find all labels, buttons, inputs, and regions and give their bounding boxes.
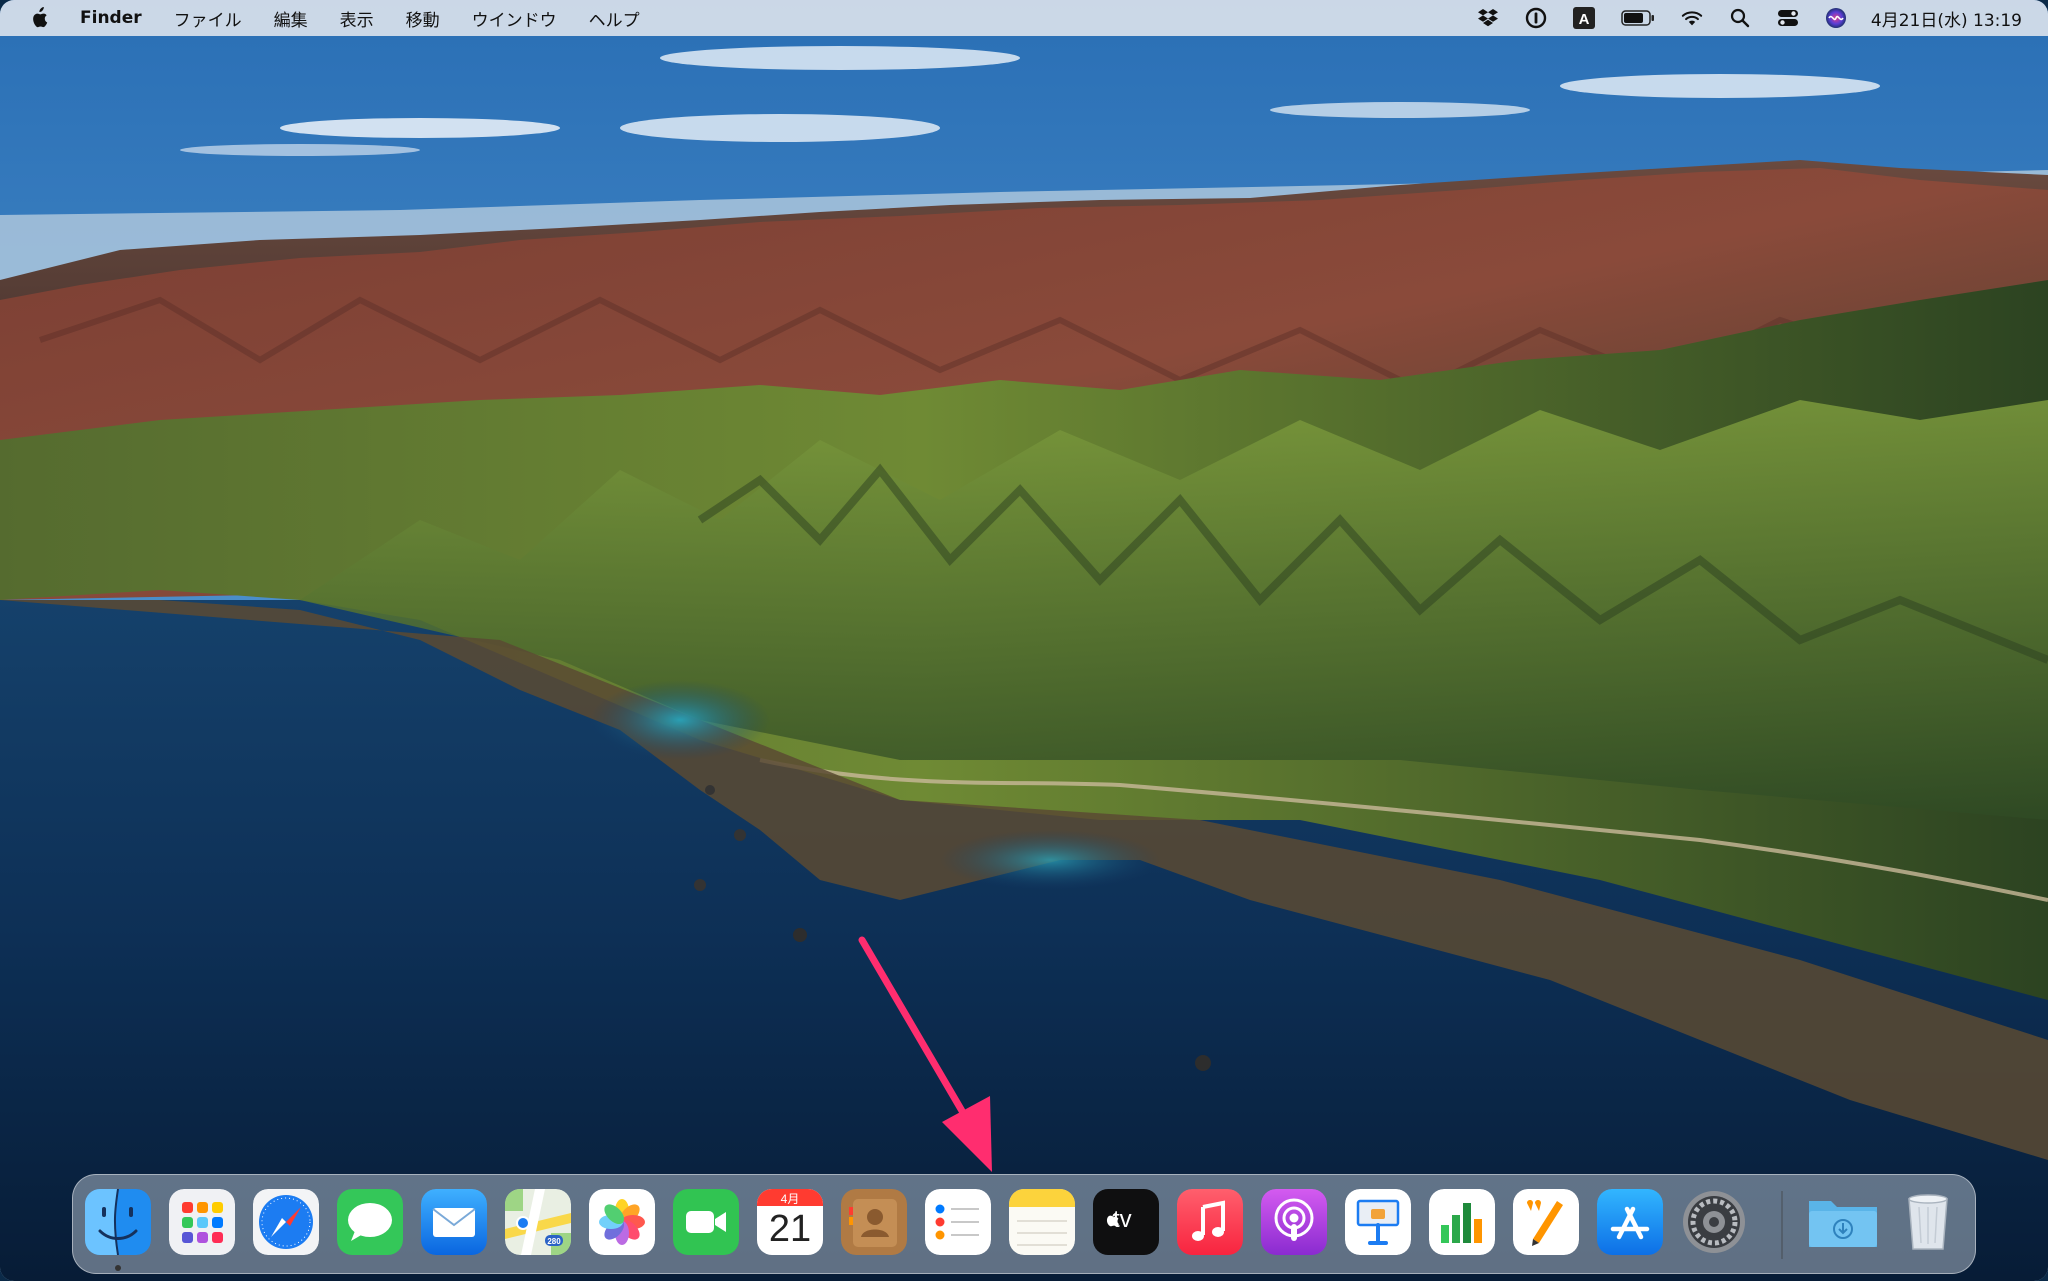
dock-maps[interactable]: 280 xyxy=(505,1189,571,1255)
facetime-icon xyxy=(673,1189,739,1255)
menu-edit[interactable]: 編集 xyxy=(274,6,308,31)
trash-icon xyxy=(1908,1194,1948,1250)
notes-icon xyxy=(1009,1189,1075,1255)
downloads-folder-icon xyxy=(1809,1201,1877,1247)
dock-system-preferences[interactable] xyxy=(1681,1189,1747,1255)
maps-badge: 280 xyxy=(547,1237,561,1246)
calendar-month-label: 4月 xyxy=(780,1192,800,1206)
dock: 280 4月 21 tv xyxy=(72,1174,1976,1274)
apple-tv-label: tv xyxy=(1113,1206,1132,1233)
safari-icon xyxy=(253,1189,319,1255)
menu-bar: Finder ファイル 編集 表示 移動 ウインドウ ヘルプ A 4月21日(水… xyxy=(0,0,2048,36)
running-indicator xyxy=(115,1265,121,1271)
apple-logo-icon[interactable] xyxy=(30,7,48,29)
dock-finder[interactable] xyxy=(85,1189,151,1255)
dock-reminders[interactable] xyxy=(925,1189,991,1255)
pages-icon xyxy=(1513,1189,1579,1255)
calendar-day-label: 21 xyxy=(768,1208,812,1250)
dock-apple-tv[interactable]: tv xyxy=(1093,1189,1159,1255)
dock-notes[interactable] xyxy=(1009,1189,1075,1255)
contacts-icon xyxy=(841,1189,907,1255)
dock-calendar[interactable]: 4月 21 xyxy=(757,1189,823,1255)
input-source-label: A xyxy=(1578,11,1589,28)
dock-numbers[interactable] xyxy=(1429,1189,1495,1255)
finder-icon xyxy=(85,1189,151,1255)
menu-help[interactable]: ヘルプ xyxy=(589,6,640,31)
dock-launchpad[interactable] xyxy=(169,1189,235,1255)
menu-view[interactable]: 表示 xyxy=(340,6,374,31)
battery-icon[interactable] xyxy=(1621,7,1655,29)
menu-window[interactable]: ウインドウ xyxy=(472,6,557,31)
keynote-icon xyxy=(1345,1189,1411,1255)
control-center-icon[interactable] xyxy=(1777,7,1799,29)
dock-messages[interactable] xyxy=(337,1189,403,1255)
menubar-clock[interactable]: 4月21日(水) 13:19 xyxy=(1871,6,2022,31)
dock-facetime[interactable] xyxy=(673,1189,739,1255)
wifi-icon[interactable] xyxy=(1681,7,1703,29)
messages-icon xyxy=(337,1189,403,1255)
app-store-icon xyxy=(1597,1189,1663,1255)
desktop: Finder ファイル 編集 表示 移動 ウインドウ ヘルプ A 4月21日(水… xyxy=(0,0,2048,1281)
wallpaper-image xyxy=(0,0,2048,1281)
dock-app-store[interactable] xyxy=(1597,1189,1663,1255)
input-source-icon[interactable]: A xyxy=(1572,7,1595,29)
dock-music[interactable] xyxy=(1177,1189,1243,1255)
music-icon xyxy=(1177,1189,1243,1255)
dock-contacts[interactable] xyxy=(841,1189,907,1255)
siri-icon[interactable] xyxy=(1825,7,1847,29)
reminders-icon xyxy=(925,1189,991,1255)
1password-icon[interactable] xyxy=(1525,7,1547,29)
numbers-icon xyxy=(1429,1189,1495,1255)
podcasts-icon xyxy=(1261,1189,1327,1255)
launchpad-icon xyxy=(169,1189,235,1255)
dock-downloads[interactable] xyxy=(1805,1189,1881,1255)
photos-icon xyxy=(589,1189,655,1255)
maps-icon: 280 xyxy=(505,1189,571,1255)
menu-file[interactable]: ファイル xyxy=(174,6,242,31)
dock-trash[interactable] xyxy=(1895,1189,1961,1255)
dock-keynote[interactable] xyxy=(1345,1189,1411,1255)
mail-icon xyxy=(421,1189,487,1255)
dock-safari[interactable] xyxy=(253,1189,319,1255)
dock-separator xyxy=(1781,1191,1783,1259)
dock-photos[interactable] xyxy=(589,1189,655,1255)
dock-podcasts[interactable] xyxy=(1261,1189,1327,1255)
dock-mail[interactable] xyxy=(421,1189,487,1255)
menu-go[interactable]: 移動 xyxy=(406,6,440,31)
dropbox-icon[interactable] xyxy=(1477,7,1499,29)
dock-pages[interactable] xyxy=(1513,1189,1579,1255)
menu-app-finder[interactable]: Finder xyxy=(80,8,142,28)
spotlight-search-icon[interactable] xyxy=(1729,7,1751,29)
system-preferences-icon xyxy=(1683,1191,1745,1253)
